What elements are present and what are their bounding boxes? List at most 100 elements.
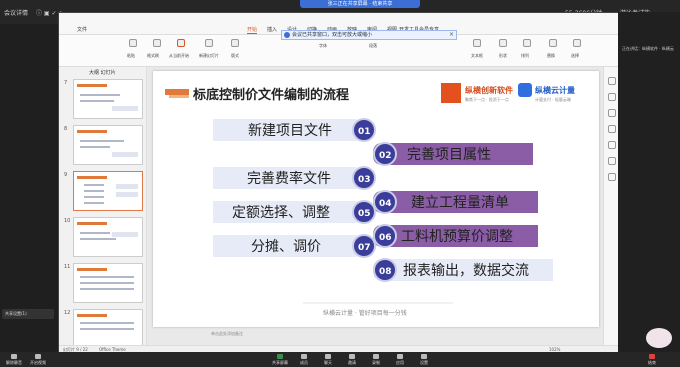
record-icon xyxy=(373,354,379,359)
mascot-sticker xyxy=(646,328,672,348)
shared-settings-button[interactable]: 共享设置(1) xyxy=(2,309,54,319)
current-slide[interactable]: 标底控制价文件编制的流程 纵横创新软件 聚焦于一点 · 投资于一点 纵横云计量 … xyxy=(153,71,599,327)
new-slide-label: 新建幻灯片 xyxy=(199,53,219,58)
step-label-01: 新建项目文件 xyxy=(248,123,332,139)
end-meeting-button[interactable]: 结束 xyxy=(640,354,664,366)
settings-icon[interactable] xyxy=(608,173,616,181)
property-icon[interactable] xyxy=(608,77,616,85)
step-number-02: 02 xyxy=(379,151,392,161)
slide-thumbnail[interactable]: 12 xyxy=(64,309,143,349)
right-side-toolbar xyxy=(603,67,619,345)
step-number-04: 04 xyxy=(379,199,392,209)
slide-thumbnail-pane: 大纲 幻灯片 7 8 9 10 11 12 xyxy=(59,67,147,349)
textbox-label: 文本框 xyxy=(471,53,483,58)
slide-thumbnail-active[interactable]: 9 xyxy=(64,171,143,211)
design-icon[interactable] xyxy=(608,93,616,101)
play-from-current-label: 从当前开始 xyxy=(169,53,189,58)
replace-label: 替换 xyxy=(547,53,555,58)
slide-editing-canvas: 标底控制价文件编制的流程 纵横创新软件 聚焦于一点 · 投资于一点 纵横云计量 … xyxy=(147,67,603,345)
notes-placeholder[interactable]: 单击此处添加备注 xyxy=(211,331,243,337)
chat-icon xyxy=(325,354,331,359)
step-number-06: 06 xyxy=(379,233,392,243)
arrange-icon[interactable] xyxy=(523,39,531,47)
apps-button[interactable]: 应用 xyxy=(388,354,412,366)
step-number-07: 07 xyxy=(358,243,371,253)
speaking-label: 正在讲话：纵横软件 · 纵横云 xyxy=(622,46,674,51)
shape-icon[interactable] xyxy=(499,39,507,47)
slide-footer: 纵横云计量 · 管好项目每一分钱 xyxy=(323,309,407,317)
new-slide-icon[interactable] xyxy=(205,39,213,47)
tab-insert[interactable]: 插入 xyxy=(267,26,277,33)
step-label-02: 完善项目属性 xyxy=(407,147,491,163)
play-from-current-icon[interactable] xyxy=(177,39,185,47)
share-screen-icon xyxy=(277,354,283,359)
settings-icon xyxy=(421,354,427,359)
select-icon[interactable] xyxy=(573,39,581,47)
shape-icon[interactable] xyxy=(608,157,616,165)
thumb-number: 9 xyxy=(64,172,68,178)
step-label-03: 完善费率文件 xyxy=(247,170,331,187)
animation-icon[interactable] xyxy=(608,109,616,117)
shape-label: 形状 xyxy=(499,53,507,58)
logo2-text: 纵横云计量 xyxy=(535,85,575,95)
step-number-01: 01 xyxy=(358,127,371,137)
slide-thumbnail[interactable]: 10 xyxy=(64,217,143,257)
wps-presentation-window: 文件 开始 插入 设计 切换 动画 放映 审阅 视图 开发工具 会员专享 粘贴 … xyxy=(58,12,619,353)
invite-button[interactable]: 邀请 xyxy=(340,354,364,366)
comment-icon[interactable] xyxy=(608,141,616,149)
layout-icon[interactable] xyxy=(231,39,239,47)
thumb-number: 7 xyxy=(64,80,68,86)
share-banner[interactable]: 张三正在共享屏幕 · 结束共享 xyxy=(300,0,420,8)
slide-thumbnail[interactable]: 8 xyxy=(64,125,143,165)
end-icon xyxy=(649,354,655,359)
meeting-control-bar: 解除静音 开启视频 共享屏幕 成员 聊天 邀请 录制 应用 设置 结束 xyxy=(0,352,680,367)
members-button[interactable]: 成员 xyxy=(292,354,316,366)
meeting-details-link[interactable]: 会议详情 xyxy=(4,8,28,17)
logo1-sub: 聚焦于一点 · 投资于一点 xyxy=(465,96,509,102)
transition-icon[interactable] xyxy=(608,125,616,133)
logo2-sub: 计量支付 · 轻量云端 xyxy=(535,96,571,102)
share-notice-bar: 会议已共享窗口，双击可放大或缩小 × xyxy=(281,30,457,40)
thumb-number: 8 xyxy=(64,126,68,132)
format-painter-label: 格式刷 xyxy=(147,53,159,58)
slide-graphic: 标底控制价文件编制的流程 纵横创新软件 聚焦于一点 · 投资于一点 纵横云计量 … xyxy=(165,83,575,317)
step-number-08: 08 xyxy=(379,267,392,277)
camera-icon xyxy=(35,354,41,359)
zongheng-logo-icon xyxy=(441,83,461,103)
members-icon xyxy=(301,354,307,359)
video-button[interactable]: 开启视频 xyxy=(26,354,50,366)
cloud-measure-logo-icon xyxy=(518,83,532,97)
settings-button[interactable]: 设置 xyxy=(412,354,436,366)
slide-thumbnail[interactable]: 11 xyxy=(64,263,143,303)
logo1-text: 纵横创新软件 xyxy=(465,85,513,95)
step-label-05: 定额选择、调整 xyxy=(232,205,330,221)
microphone-icon xyxy=(11,354,17,359)
invite-icon xyxy=(349,354,355,359)
share-screen-button[interactable]: 共享屏幕 xyxy=(268,354,292,366)
textbox-icon[interactable] xyxy=(473,39,481,47)
replace-icon[interactable] xyxy=(549,39,557,47)
step-number-03: 03 xyxy=(358,175,371,185)
close-icon[interactable]: × xyxy=(449,31,454,39)
arrange-label: 排列 xyxy=(521,53,529,58)
step-label-07: 分摊、调价 xyxy=(251,239,321,255)
thumb-number: 12 xyxy=(64,310,71,316)
record-button[interactable]: 录制 xyxy=(364,354,388,366)
apps-icon xyxy=(397,354,403,359)
notice-text: 会议已共享窗口，双击可放大或缩小 xyxy=(292,32,373,38)
thumbs-tab-label[interactable]: 大纲 幻灯片 xyxy=(89,69,116,76)
tab-home[interactable]: 开始 xyxy=(247,26,258,34)
slide-thumbnail[interactable]: 7 xyxy=(64,79,143,119)
left-panel: 共享设置(1) xyxy=(0,24,58,352)
step-label-04: 建立工程量清单 xyxy=(411,195,509,211)
paste-icon[interactable] xyxy=(129,39,137,47)
tab-file[interactable]: 文件 xyxy=(77,26,87,33)
step-number-05: 05 xyxy=(358,209,371,219)
thumb-number: 10 xyxy=(64,218,71,224)
step-label-06: 工料机预算价调整 xyxy=(401,229,513,245)
step-label-08: 报表输出，数据交流 xyxy=(403,262,529,279)
layout-label: 版式 xyxy=(231,53,239,58)
format-painter-icon[interactable] xyxy=(153,39,161,47)
chat-button[interactable]: 聊天 xyxy=(316,354,340,366)
mute-button[interactable]: 解除静音 xyxy=(2,354,26,366)
